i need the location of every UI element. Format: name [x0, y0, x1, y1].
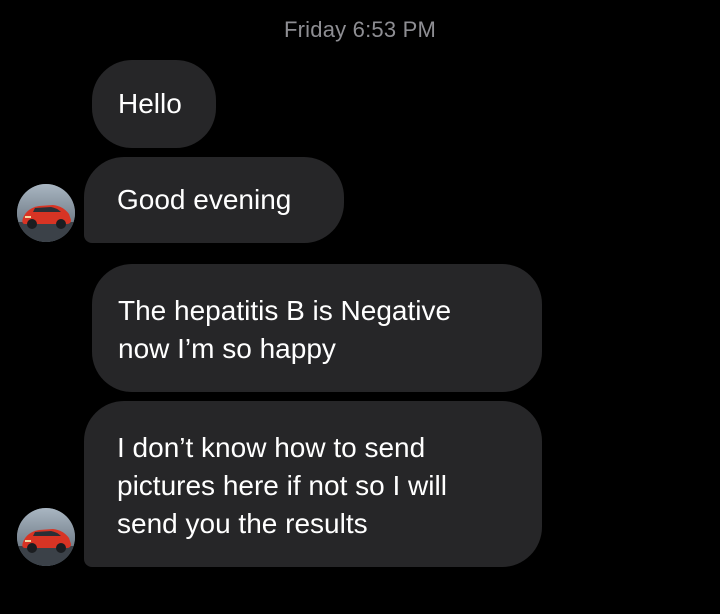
- message-bubble-hello[interactable]: Hello: [92, 60, 216, 148]
- message-text: Good evening: [117, 184, 292, 215]
- message-bubble-good-evening[interactable]: Good evening: [84, 157, 344, 243]
- message-bubble-send-pictures[interactable]: I don’t know how to send pictures here i…: [84, 401, 542, 567]
- message-bubble-hepatitis-result[interactable]: The hepatitis B is Negative now I’m so h…: [92, 264, 542, 392]
- contact-avatar[interactable]: [17, 508, 75, 566]
- red-car-icon: [17, 508, 75, 566]
- conversation-timestamp: Friday 6:53 PM: [284, 17, 436, 42]
- message-text: Hello: [118, 88, 182, 119]
- message-text: The hepatitis B is Negative now I’m so h…: [118, 294, 452, 364]
- message-text: I don’t know how to send pictures here i…: [117, 431, 447, 539]
- red-car-icon: [17, 184, 75, 242]
- contact-avatar[interactable]: [17, 184, 75, 242]
